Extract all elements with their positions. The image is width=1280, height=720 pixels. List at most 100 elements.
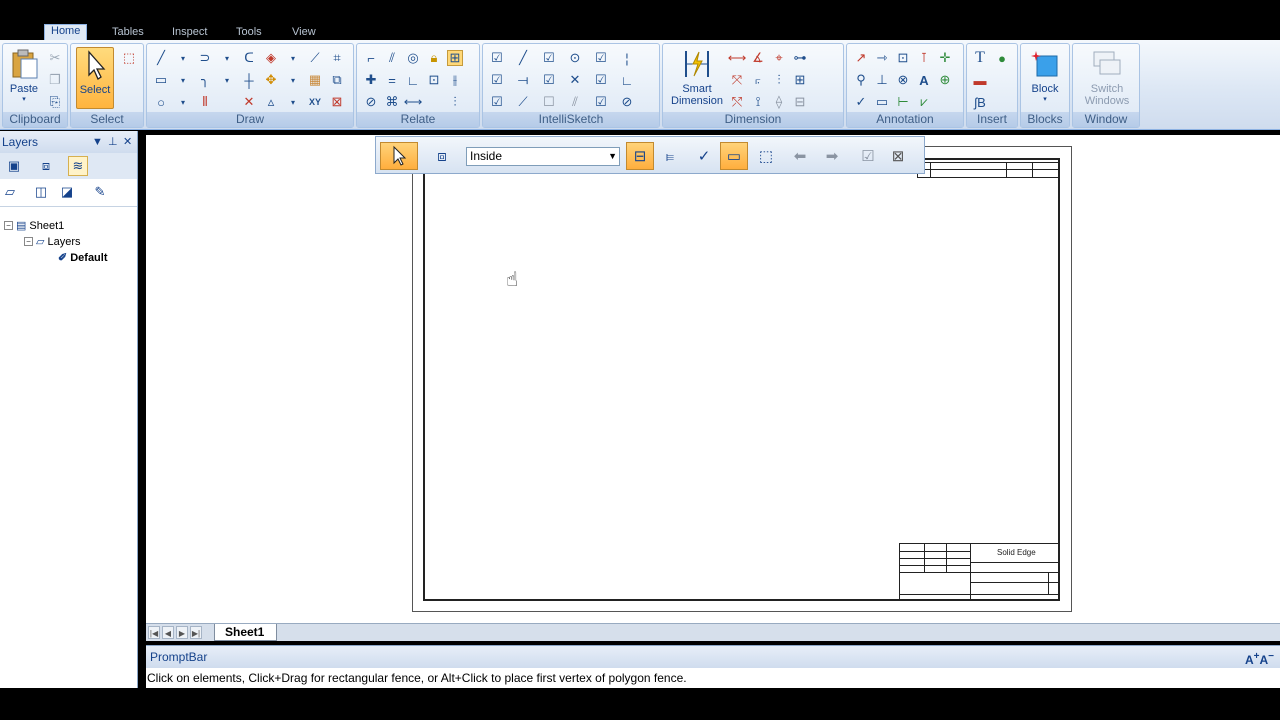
- library-tab-icon[interactable]: ▣: [4, 156, 24, 176]
- symmetric-diameter-icon[interactable]: ⤧: [729, 72, 745, 88]
- midpoint-icon[interactable]: ⟞: [515, 72, 531, 88]
- parallel-icon[interactable]: ⫽: [384, 50, 400, 66]
- tab-view[interactable]: View: [286, 26, 322, 40]
- mirror-icon[interactable]: ⧉: [329, 72, 345, 88]
- check-vertical-icon[interactable]: ☑: [593, 50, 609, 66]
- extend-icon[interactable]: ┼: [241, 72, 257, 88]
- triangle-icon[interactable]: ▵: [263, 94, 279, 110]
- tab-home[interactable]: Home: [44, 24, 88, 40]
- check-tangent2-icon[interactable]: ☑: [593, 94, 609, 110]
- dimension-style-icon[interactable]: ⟟: [750, 94, 766, 110]
- distance-between-icon[interactable]: ⟷: [728, 50, 747, 66]
- tangent-icon[interactable]: ⊘: [363, 94, 379, 110]
- views-tab-icon[interactable]: ⧈: [36, 156, 56, 176]
- line-icon[interactable]: ╱: [153, 50, 169, 66]
- perp-icon[interactable]: ∟: [619, 72, 635, 88]
- prompt-bar-font-size-icon[interactable]: A+A−: [1245, 646, 1274, 671]
- check-select-button[interactable]: ✓: [690, 142, 718, 170]
- intersection-icon[interactable]: ✕: [567, 72, 583, 88]
- trim-icon[interactable]: ⌗: [329, 50, 345, 66]
- fill-dropdown-icon[interactable]: ▾: [285, 50, 301, 66]
- block-button[interactable]: Block ▾: [1027, 47, 1063, 103]
- layer-properties-icon[interactable]: ✎: [90, 182, 110, 202]
- previous-arrow-icon[interactable]: ⬅: [786, 142, 814, 170]
- symbol-icon[interactable]: ʃB: [972, 94, 988, 110]
- panel-dropdown-icon[interactable]: ▼: [92, 131, 103, 153]
- circle-icon[interactable]: ○: [153, 94, 169, 110]
- edge-condition-icon[interactable]: ⊢: [895, 94, 911, 110]
- arc-dropdown-icon[interactable]: ▾: [219, 50, 235, 66]
- text-annotation-icon[interactable]: A: [916, 72, 932, 88]
- xy-icon[interactable]: XY: [307, 94, 323, 110]
- break-icon[interactable]: ✕: [241, 94, 257, 110]
- check-intersection-icon[interactable]: ☑: [541, 72, 557, 88]
- uncheck-silhouette-icon[interactable]: ☐: [541, 94, 557, 110]
- close-icon[interactable]: ✕: [123, 131, 132, 153]
- accept-icon[interactable]: ☑: [854, 142, 882, 170]
- tab-tools[interactable]: Tools: [230, 26, 268, 40]
- select-tools-icon[interactable]: ⬚: [121, 50, 137, 66]
- arc-icon[interactable]: ⊃: [197, 50, 213, 66]
- coordinate-dimension-icon[interactable]: ⌖: [771, 50, 787, 66]
- feature-control-frame-icon[interactable]: ▭: [874, 94, 890, 110]
- fill-icon[interactable]: ◈: [263, 50, 279, 66]
- tangent-sketch-icon[interactable]: ⊘: [619, 94, 635, 110]
- switch-windows-button[interactable]: Switch Windows: [1077, 47, 1137, 107]
- rectangle-dropdown-icon[interactable]: ▾: [175, 72, 191, 88]
- ordinate-icon[interactable]: ⊟: [792, 94, 808, 110]
- rectangle-fence-button[interactable]: ▭: [720, 142, 748, 170]
- first-sheet-icon[interactable]: |◀: [148, 626, 160, 639]
- retrieve-dimensions-icon[interactable]: ⤲: [729, 94, 745, 110]
- symmetric-icon[interactable]: ⊡: [426, 72, 442, 88]
- hide-layer-icon[interactable]: ◪: [57, 182, 77, 202]
- line-dropdown-icon[interactable]: ▾: [175, 50, 191, 66]
- copy-icon[interactable]: ❐: [47, 72, 63, 88]
- select-filter-button[interactable]: ⧈: [428, 142, 456, 170]
- split-icon[interactable]: ⫴: [197, 94, 213, 110]
- chamfer-dimension-icon[interactable]: ⟔: [750, 72, 766, 88]
- datum-target-icon[interactable]: ⩗: [916, 94, 932, 110]
- sheet-tab-sheet1[interactable]: Sheet1: [214, 624, 278, 641]
- concentric-icon[interactable]: ◎: [405, 50, 421, 66]
- check-tangent-icon[interactable]: ☑: [489, 94, 505, 110]
- check-center-icon[interactable]: ☑: [541, 50, 557, 66]
- fillet-dropdown-icon[interactable]: ▾: [219, 72, 235, 88]
- weld-symbol-icon[interactable]: ⊗: [895, 72, 911, 88]
- maintain-icon[interactable]: ⫶: [447, 94, 463, 110]
- next-arrow-icon[interactable]: ➡: [818, 142, 846, 170]
- text-insert-icon[interactable]: T: [972, 49, 988, 66]
- check-perp-icon[interactable]: ☑: [593, 72, 609, 88]
- relationship-handles-icon[interactable]: ⊞: [447, 50, 463, 66]
- tab-tables[interactable]: Tables: [106, 26, 150, 40]
- equal-icon[interactable]: =: [384, 72, 400, 88]
- prev-sheet-icon[interactable]: ◀: [162, 626, 174, 639]
- center-icon[interactable]: ⊙: [567, 50, 583, 66]
- highlight-button[interactable]: ⊟: [626, 142, 654, 170]
- perpendicular-icon[interactable]: ⌐: [363, 50, 379, 66]
- attach-dimension-icon[interactable]: ⊞: [792, 72, 808, 88]
- pin-icon[interactable]: ⊥: [108, 131, 118, 153]
- cut-icon[interactable]: ✂: [47, 50, 63, 66]
- collapse-layers-icon[interactable]: −: [24, 237, 33, 246]
- circle-dropdown-icon[interactable]: ▾: [175, 94, 191, 110]
- format-painter-icon[interactable]: ⎘: [47, 94, 63, 110]
- center-mark-icon[interactable]: ✛: [937, 50, 953, 66]
- tree-node-layers[interactable]: − ▱ Layers: [24, 235, 81, 248]
- check-annotation-icon[interactable]: ✓: [853, 94, 869, 110]
- silhouette-icon[interactable]: ⫽: [567, 94, 583, 110]
- endpoint-icon[interactable]: ╱: [515, 50, 531, 66]
- paste-button[interactable]: Paste ▾: [6, 47, 42, 103]
- triangle-dropdown-icon[interactable]: ▾: [285, 94, 301, 110]
- offset-icon[interactable]: ⟋: [307, 50, 323, 66]
- rectangle-icon[interactable]: ▭: [153, 72, 169, 88]
- connector-icon[interactable]: ⊺: [916, 50, 932, 66]
- polygon-fence-button[interactable]: ⬚: [752, 142, 780, 170]
- smart-dimension-button[interactable]: Smart Dimension: [667, 47, 727, 107]
- globe-icon[interactable]: ●: [994, 50, 1010, 66]
- new-layer-icon[interactable]: ▱: [0, 182, 20, 202]
- point-on-icon[interactable]: ⟋: [515, 94, 531, 110]
- last-sheet-icon[interactable]: ▶|: [190, 626, 202, 639]
- lock-icon[interactable]: 🔒︎: [426, 50, 442, 66]
- datum-frame-icon[interactable]: ⇾: [874, 50, 890, 66]
- balloon-icon[interactable]: ⚲: [853, 72, 869, 88]
